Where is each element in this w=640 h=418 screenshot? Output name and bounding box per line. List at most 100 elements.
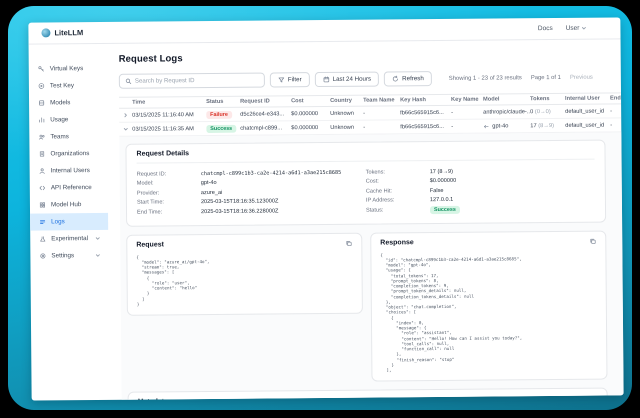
field-value-model: gpt-4o — [201, 180, 217, 186]
copy-button[interactable] — [345, 239, 352, 246]
sidebar-item-usage[interactable]: Usage — [29, 111, 107, 129]
app-logo-icon — [41, 28, 50, 37]
sidebar-item-label: Model Hub — [51, 201, 82, 208]
logs-icon — [39, 218, 46, 225]
sidebar-item-label: Virtual Keys — [50, 65, 84, 72]
copy-button[interactable] — [589, 237, 596, 244]
browser-card: LiteLLM Docs User Virtual Keys Test Key … — [8, 6, 632, 410]
sidebar-item-experimental[interactable]: Experimental — [30, 230, 108, 248]
expanded-row-details: Request Details Request ID:chatcmpl-c899… — [119, 132, 623, 399]
docs-link[interactable]: Docs — [538, 25, 553, 32]
time-range-label: Last 24 Hours — [333, 76, 372, 83]
experimental-icon — [39, 235, 46, 242]
chevron-down-icon — [95, 253, 100, 258]
sidebar-item-model-hub[interactable]: Model Hub — [30, 196, 108, 214]
cell-key-hash: fb66c565915c6... — [400, 109, 451, 115]
sidebar-item-label: Internal Users — [51, 167, 90, 174]
expand-chevron-right-icon[interactable] — [123, 113, 128, 118]
filter-label: Filter — [288, 76, 302, 83]
copy-icon — [345, 239, 352, 246]
key-icon — [38, 65, 45, 72]
app-window: LiteLLM Docs User Virtual Keys Test Key … — [28, 17, 623, 400]
field-label: Tokens: — [366, 169, 430, 176]
model-hub-icon — [39, 201, 46, 208]
cell-key-hash: fb66c565915c6... — [400, 123, 451, 129]
settings-icon — [39, 252, 46, 259]
sidebar-item-virtual-keys[interactable]: Virtual Keys — [29, 60, 107, 78]
showing-results-text: Showing 1 - 23 of 23 results — [449, 75, 522, 82]
cell-model: anthropic/claude-... — [483, 109, 530, 115]
user-menu[interactable]: User — [566, 25, 587, 32]
sidebar-item-label: Test Key — [50, 82, 74, 89]
sidebar-item-label: Models — [50, 99, 70, 106]
cell-model: gpt-4o — [492, 123, 508, 129]
filter-icon — [278, 76, 285, 83]
organizations-icon — [38, 150, 45, 157]
calendar-icon — [323, 76, 330, 83]
field-value-end-time: 2025-03-15T18:16:36.228000Z — [201, 208, 279, 215]
status-badge: Failure — [206, 110, 232, 118]
sidebar-item-settings[interactable]: Settings — [30, 247, 108, 265]
cell-key-name: - — [451, 109, 483, 115]
filter-button[interactable]: Filter — [270, 72, 310, 87]
cell-tokens-detail: (8→9) — [538, 123, 554, 129]
internal-users-icon — [39, 167, 46, 174]
expand-chevron-down-icon[interactable] — [123, 127, 128, 132]
sidebar-item-label: Logs — [51, 218, 65, 225]
metadata-title: Metadata — [138, 395, 598, 400]
sidebar-item-label: Teams — [50, 133, 69, 140]
refresh-button[interactable]: Refresh — [384, 71, 432, 86]
field-value-ip-address: 127.0.0.1 — [430, 197, 453, 203]
field-label: IP Address: — [366, 197, 430, 204]
refresh-icon — [392, 75, 399, 82]
col-tokens: Tokens — [530, 96, 565, 102]
previous-page-button[interactable]: Previous — [570, 74, 593, 80]
cell-request-id: chatcmpl-c899... — [240, 125, 291, 131]
cell-cost: $0.000000 — [291, 124, 330, 130]
sidebar: Virtual Keys Test Key Models Usage Teams… — [29, 44, 110, 401]
sidebar-item-api-reference[interactable]: API Reference — [30, 179, 108, 197]
stage: LiteLLM Docs User Virtual Keys Test Key … — [0, 0, 640, 418]
search-input[interactable] — [135, 77, 259, 85]
field-label: Start Time: — [137, 199, 201, 206]
cell-tokens: 0 — [530, 109, 533, 115]
cell-team: - — [363, 110, 400, 116]
sidebar-item-models[interactable]: Models — [29, 94, 107, 112]
sidebar-item-internal-users[interactable]: Internal Users — [30, 162, 108, 180]
time-range-button[interactable]: Last 24 Hours — [315, 72, 380, 88]
cell-country: Unknown — [330, 124, 363, 130]
models-icon — [38, 99, 45, 106]
metadata-card: Metadata — [128, 388, 608, 400]
sidebar-item-test-key[interactable]: Test Key — [29, 77, 107, 95]
app-title: LiteLLM — [54, 28, 83, 37]
col-end-user: End User — [610, 95, 624, 101]
cell-tokens-detail: (0→0) — [535, 109, 551, 115]
col-model: Model — [483, 96, 530, 102]
brand: LiteLLM — [41, 28, 83, 37]
sidebar-item-label: API Reference — [51, 184, 92, 191]
response-panel: Response { "id": "chatcmpl-c899c1b3-ca2e… — [370, 230, 607, 382]
cell-time: 03/15/2025 11:16:40 AM — [132, 112, 206, 119]
field-label: End Time: — [137, 209, 201, 216]
cell-request-id: d5c26ce4-e343... — [240, 111, 291, 117]
sidebar-item-teams[interactable]: Teams — [29, 128, 107, 146]
cell-end-user: - — [610, 122, 623, 128]
field-label: Cache Hit: — [366, 188, 430, 195]
col-cost: Cost — [291, 98, 330, 104]
sidebar-item-logs[interactable]: Logs — [30, 213, 108, 231]
results-summary: Showing 1 - 23 of 23 results Page 1 of 1… — [449, 74, 593, 81]
field-label: Status: — [366, 207, 430, 214]
sidebar-item-label: Experimental — [51, 235, 88, 242]
col-team-name: Team Name — [363, 97, 400, 103]
api-reference-icon — [39, 184, 46, 191]
field-value-provider: azure_ai — [201, 190, 223, 196]
sidebar-item-label: Usage — [50, 116, 68, 123]
sidebar-item-organizations[interactable]: Organizations — [29, 145, 107, 163]
cell-team: - — [363, 124, 400, 130]
field-label: Provider: — [137, 190, 201, 197]
col-key-name: Key Name — [451, 97, 483, 103]
request-details-title: Request Details — [136, 147, 594, 164]
col-key-hash: Key Hash — [400, 97, 451, 103]
cell-internal-user: default_user_id — [565, 122, 610, 128]
controls-row: Filter Last 24 Hours Refresh Showing 1 -… — [119, 69, 621, 88]
